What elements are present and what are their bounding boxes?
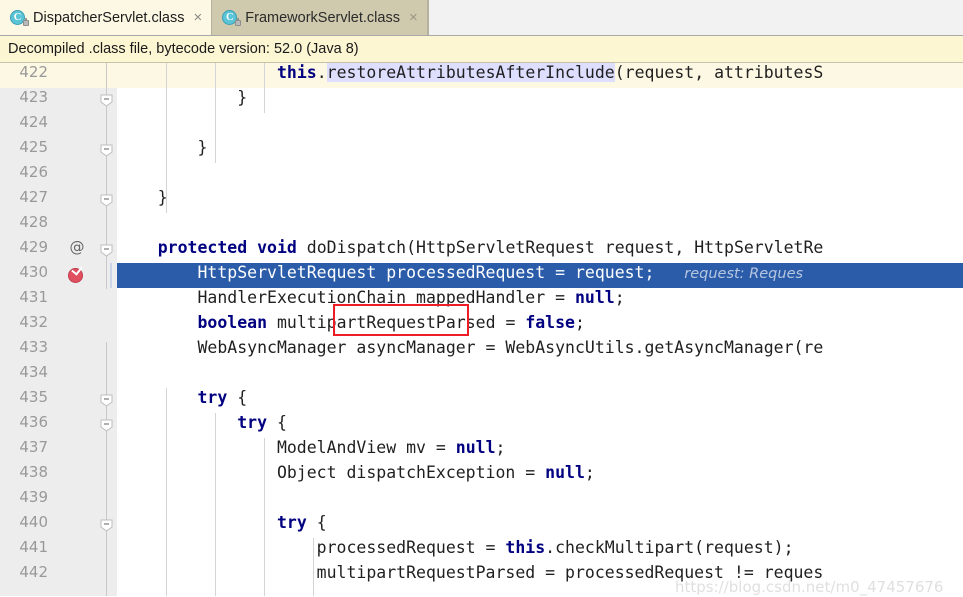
code-line-429[interactable]: protected void doDispatch(HttpServletReq… xyxy=(118,238,824,257)
line-number: 424 xyxy=(19,113,48,131)
code-line-438[interactable]: Object dispatchException = null; xyxy=(118,463,595,482)
line-number: 430 xyxy=(19,263,48,281)
line-number: 435 xyxy=(19,388,48,406)
code-line-424[interactable] xyxy=(118,113,128,132)
tab-label: FrameworkServlet.class xyxy=(245,9,400,26)
line-number: 429 xyxy=(19,238,48,256)
keyword-try: try xyxy=(237,413,268,432)
line-number: 425 xyxy=(19,138,48,156)
line-number: 426 xyxy=(19,163,48,181)
code-line-439[interactable] xyxy=(118,488,128,507)
decompiled-notification-bar: Decompiled .class file, bytecode version… xyxy=(0,36,963,63)
tab-dispatcherservlet[interactable]: C DispatcherServlet.class × xyxy=(0,0,213,35)
line-number: 438 xyxy=(19,463,48,481)
code-line-442[interactable]: multipartRequestParsed = processedReques… xyxy=(118,563,824,582)
code-line-433[interactable]: WebAsyncManager asyncManager = WebAsyncU… xyxy=(118,338,823,357)
class-file-icon: C xyxy=(222,9,242,26)
code-line-431[interactable]: HandlerExecutionChain mappedHandler = nu… xyxy=(118,288,624,307)
editor-tab-bar: C DispatcherServlet.class × C FrameworkS… xyxy=(0,0,963,36)
fold-collapse-icon[interactable] xyxy=(100,394,113,407)
close-icon[interactable]: × xyxy=(409,10,418,26)
code-line-423[interactable]: } xyxy=(118,88,247,107)
line-number: 440 xyxy=(19,513,48,531)
code-line-430[interactable]: HttpServletRequest processedRequest = re… xyxy=(118,263,803,282)
line-number: 439 xyxy=(19,488,48,506)
fold-rail xyxy=(106,342,107,596)
keyword-try: try xyxy=(197,388,228,407)
code-line-426[interactable] xyxy=(118,163,128,182)
code-line-435[interactable]: try { xyxy=(118,388,247,407)
code-line-434[interactable] xyxy=(118,363,128,382)
line-number: 423 xyxy=(19,88,48,106)
lock-icon xyxy=(23,18,29,26)
line-number: 437 xyxy=(19,438,48,456)
line-number: 427 xyxy=(19,188,48,206)
line-number: 433 xyxy=(19,338,48,356)
fold-collapse-icon[interactable] xyxy=(100,244,113,257)
code-line-436[interactable]: try { xyxy=(118,413,287,432)
text-caret xyxy=(110,263,112,288)
keyword-void: void xyxy=(257,238,297,257)
fold-collapse-icon[interactable] xyxy=(100,519,113,532)
code-line-422[interactable]: this.restoreAttributesAfterInclude(reque… xyxy=(118,63,823,82)
keyword-try: try xyxy=(276,513,307,532)
line-number: 436 xyxy=(19,413,48,431)
keyword-boolean: boolean xyxy=(197,313,268,332)
inline-debugger-hint: request: Reques xyxy=(684,266,804,282)
line-number: 441 xyxy=(19,538,48,556)
code-line-440[interactable]: try { xyxy=(118,513,327,532)
line-number: 431 xyxy=(19,288,48,306)
breakpoint-verified-icon[interactable] xyxy=(68,263,85,284)
code-line-427[interactable]: } xyxy=(118,188,168,207)
code-line-437[interactable]: ModelAndView mv = null; xyxy=(118,438,506,457)
keyword-false: false xyxy=(525,313,575,332)
method-name-dodispatch: doDispatch xyxy=(306,238,407,257)
keyword-null: null xyxy=(574,288,615,307)
annotation-at-icon[interactable]: @ xyxy=(68,238,86,256)
fold-collapse-icon[interactable] xyxy=(100,144,113,157)
code-line-432[interactable]: boolean multipartRequestParsed = false; xyxy=(118,313,584,332)
tab-label: DispatcherServlet.class xyxy=(33,9,185,26)
code-line-425[interactable]: } xyxy=(118,138,207,157)
notification-text: Decompiled .class file, bytecode version… xyxy=(8,41,359,57)
usage-highlight: restoreAttributesAfterInclude xyxy=(326,63,615,82)
close-icon[interactable]: × xyxy=(194,10,203,26)
tab-bar-empty-area xyxy=(427,0,963,35)
keyword-null: null xyxy=(455,438,496,457)
code-line-428[interactable] xyxy=(118,213,128,232)
keyword-protected: protected xyxy=(157,238,248,257)
fold-collapse-icon[interactable] xyxy=(100,194,113,207)
keyword-null: null xyxy=(545,463,585,482)
fold-collapse-icon[interactable] xyxy=(100,419,113,432)
keyword-this: this xyxy=(276,63,317,82)
line-number: 432 xyxy=(19,313,48,331)
line-number: 442 xyxy=(19,563,48,581)
line-number: 428 xyxy=(19,213,48,231)
line-number: 422 xyxy=(19,63,48,81)
tab-frameworkservlet[interactable]: C FrameworkServlet.class × xyxy=(212,0,428,35)
code-editor[interactable]: 422 423 424 425 426 427 428 429 430 431 … xyxy=(0,63,963,596)
keyword-this: this xyxy=(505,538,546,557)
code-line-441[interactable]: processedRequest = this.checkMultipart(r… xyxy=(118,538,794,557)
line-number: 434 xyxy=(19,363,48,381)
class-file-icon: C xyxy=(10,9,29,26)
lock-icon xyxy=(235,18,242,26)
fold-collapse-icon[interactable] xyxy=(100,94,113,107)
